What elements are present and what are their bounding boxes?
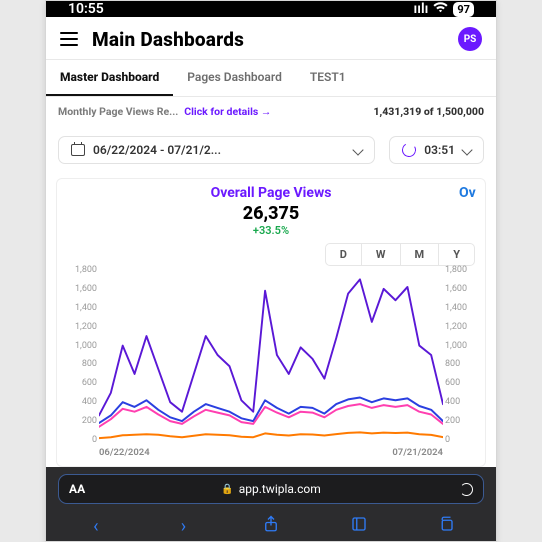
reload-icon <box>401 141 418 158</box>
x-axis: 06/22/2024 07/21/2024 <box>99 447 443 458</box>
refresh-time: 03:51 <box>424 143 455 157</box>
app-bar: Main Dashboards PS <box>46 17 496 59</box>
host: app.twipla.com <box>239 482 321 496</box>
safari-chrome: AA 🔒 app.twipla.com ‹ › <box>46 467 496 542</box>
signal-icon: ıılı <box>414 1 429 17</box>
address-bar[interactable]: AA 🔒 app.twipla.com <box>58 474 484 504</box>
forward-button[interactable]: › <box>163 516 203 537</box>
wifi-icon <box>433 1 448 17</box>
tab-master-dashboard[interactable]: Master Dashboard <box>46 60 173 96</box>
x-end: 07/21/2024 <box>392 447 443 458</box>
page-title: Main Dashboards <box>92 28 244 51</box>
tabs: Master Dashboard Pages Dashboard TEST1 <box>46 59 496 97</box>
status-right: ıılı 97 <box>414 1 474 17</box>
line-chart: 06/22/2024 07/21/2024 002002004004006006… <box>65 270 477 458</box>
segment-y[interactable]: Y <box>438 243 475 266</box>
reload-icon[interactable] <box>460 483 473 496</box>
quota-value: 1,431,319 of 1,500,000 <box>373 105 484 118</box>
share-button[interactable] <box>251 515 291 538</box>
period-segment: D W M Y <box>67 243 475 266</box>
next-card-peek[interactable]: Ov <box>459 185 476 201</box>
segment-m[interactable]: M <box>400 243 439 266</box>
date-range-picker[interactable]: 06/22/2024 - 07/21/2... <box>58 136 375 164</box>
metric-delta: +33.5% <box>65 224 477 237</box>
chart-title: Overall Page Views <box>65 185 477 201</box>
status-time: 10:55 <box>68 1 104 17</box>
chart-svg <box>99 270 443 440</box>
x-start: 06/22/2024 <box>99 447 150 458</box>
back-button[interactable]: ‹ <box>76 516 116 537</box>
browser-toolbar: ‹ › <box>46 511 496 540</box>
hamburger-icon[interactable] <box>60 32 78 46</box>
quota-label: Monthly Page Views Re... <box>58 105 178 118</box>
metric-value: 26,375 <box>65 203 477 224</box>
chevron-down-icon <box>353 144 364 155</box>
refresh-control[interactable]: 03:51 <box>389 136 484 164</box>
tab-pages-dashboard[interactable]: Pages Dashboard <box>173 60 296 96</box>
controls-row: 06/22/2024 - 07/21/2... 03:51 <box>46 126 496 172</box>
lock-icon: 🔒 <box>221 484 233 495</box>
chart-card: Overall Page Views Ov 26,375 +33.5% D W … <box>56 178 486 467</box>
avatar[interactable]: PS <box>458 27 482 51</box>
chevron-down-icon <box>461 144 472 155</box>
status-bar: 10:55 ıılı 97 <box>46 1 496 17</box>
tabs-button[interactable] <box>426 515 466 538</box>
calendar-icon <box>71 144 85 156</box>
quota-link[interactable]: Click for details → <box>184 105 271 118</box>
text-size-button[interactable]: AA <box>69 482 85 496</box>
battery-badge: 97 <box>453 2 474 17</box>
quota-banner[interactable]: Monthly Page Views Re... Click for detai… <box>46 97 496 126</box>
segment-w[interactable]: W <box>361 243 400 266</box>
segment-d[interactable]: D <box>325 243 361 266</box>
tab-test1[interactable]: TEST1 <box>296 60 360 96</box>
phone-frame: 10:55 ıılı 97 Main Dashboards PS Master … <box>45 0 497 542</box>
bookmarks-button[interactable] <box>339 515 379 538</box>
date-range-value: 06/22/2024 - 07/21/2... <box>93 143 221 157</box>
